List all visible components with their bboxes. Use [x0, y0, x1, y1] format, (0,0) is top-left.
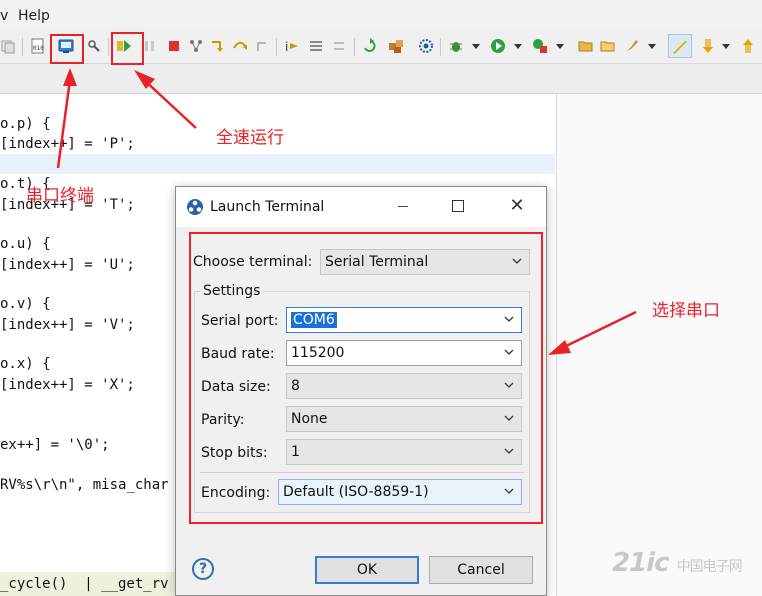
annotation-arrows — [56, 68, 637, 355]
select-serial-arrow — [559, 310, 637, 351]
serial-terminal-annotation: 串口终端 — [26, 186, 94, 206]
run-arrow — [141, 77, 197, 129]
select-serial-arrowhead — [548, 340, 571, 355]
site-watermark: 21ic 中国电子网 — [612, 548, 743, 578]
watermark-main: 21ic — [612, 548, 670, 578]
watermark-sub: 中国电子网 — [676, 559, 743, 575]
full-speed-run-annotation: 全速运行 — [216, 128, 284, 148]
serial-terminal-arrowhead — [63, 68, 77, 86]
serial-terminal-arrow — [56, 79, 72, 169]
select-serial-annotation: 选择串口 — [652, 301, 720, 321]
